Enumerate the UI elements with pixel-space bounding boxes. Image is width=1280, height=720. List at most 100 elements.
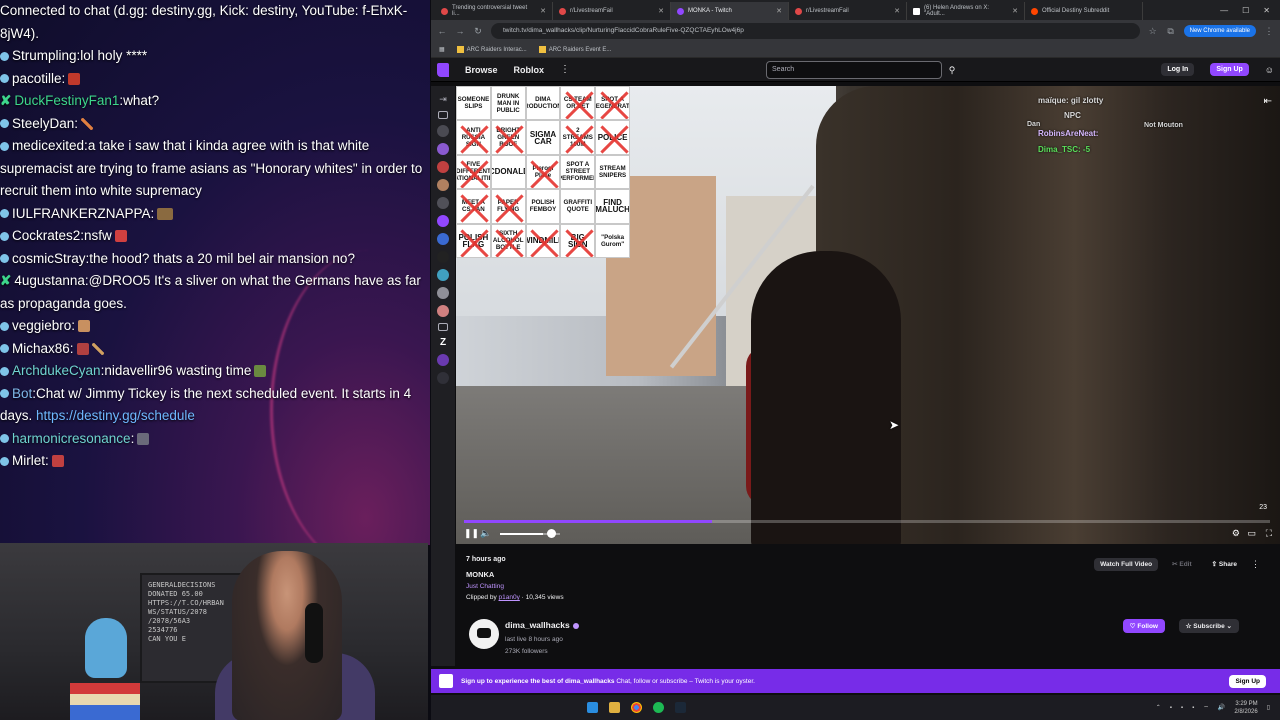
notification-icon[interactable]: ▯ — [1267, 704, 1270, 711]
close-icon[interactable]: ✕ — [776, 7, 782, 15]
progress-bar[interactable] — [464, 520, 1270, 523]
spotify-icon[interactable] — [653, 702, 664, 713]
search-input[interactable]: Search — [766, 60, 943, 79]
clipper-link[interactable]: p1an0y — [499, 594, 520, 601]
reload-icon[interactable]: ↻ — [473, 26, 483, 37]
z-icon[interactable]: Z — [440, 337, 446, 348]
channel-avatar[interactable] — [437, 269, 449, 281]
menu-icon[interactable]: ⋮ — [1264, 26, 1274, 37]
chat-username[interactable]: Cockrates2 — [12, 228, 80, 243]
signup-button[interactable]: Sign Up — [1210, 63, 1249, 76]
twitch-logo-icon[interactable] — [437, 62, 449, 77]
apps-icon[interactable]: ▦ — [439, 46, 445, 53]
pause-icon[interactable]: ❚❚ — [464, 528, 479, 539]
steam-icon[interactable] — [675, 702, 686, 713]
tray-arrow-icon[interactable]: ⌃ — [1156, 704, 1161, 711]
channel-avatar[interactable] — [437, 354, 449, 366]
chat-username[interactable]: cosmicStray — [12, 251, 86, 266]
chat-username[interactable]: Bot — [12, 386, 32, 401]
speaker-icon[interactable]: 🔊 — [1218, 704, 1225, 711]
address-bar[interactable]: twitch.tv/dima_wallhacks/clip/NurturingF… — [491, 23, 1140, 39]
more-options-icon[interactable]: ⋮ — [1251, 559, 1260, 570]
close-window-icon[interactable]: ✕ — [1263, 6, 1270, 15]
chrome-update-button[interactable]: New Chrome available — [1183, 25, 1256, 37]
browser-tab[interactable]: Official Destiny Subreddit — [1025, 2, 1143, 20]
clip-video-player[interactable]: SOMEONE SLIPS DRUNK MAN IN PUBLIC DIMA PRO… — [456, 86, 1280, 544]
browser-tab[interactable]: r/LivestreamFail ✕ — [789, 2, 907, 20]
extensions-icon[interactable]: ⧉ — [1166, 26, 1176, 37]
video-icon[interactable] — [438, 323, 448, 331]
volume-knob[interactable] — [547, 529, 556, 538]
close-icon[interactable]: ✕ — [1012, 7, 1018, 15]
login-button[interactable]: Log In — [1161, 63, 1195, 76]
category-link[interactable]: Just Chatting — [466, 583, 564, 590]
browser-tab[interactable]: r/LivestreamFail ✕ — [553, 2, 671, 20]
fullscreen-icon[interactable]: ⛶ — [1266, 528, 1272, 539]
chat-username[interactable]: ArchdukeCyan — [12, 363, 101, 378]
chat-username[interactable]: medicexited — [12, 138, 84, 153]
expand-icon[interactable]: ⇥ — [439, 94, 447, 105]
chrome-icon[interactable] — [631, 702, 642, 713]
chat-username[interactable]: Michax86 — [12, 341, 70, 356]
channel-avatar[interactable] — [437, 125, 449, 137]
channel-avatar[interactable] — [437, 215, 449, 227]
close-icon[interactable]: ✕ — [540, 7, 546, 15]
chat-username[interactable]: pacotille — [12, 71, 62, 86]
channel-avatar[interactable] — [437, 305, 449, 317]
share-button[interactable]: ⇪ Share — [1206, 557, 1243, 571]
minimize-icon[interactable]: — — [1220, 6, 1228, 15]
browser-tab[interactable]: (6) Helen Andrews on X: "Adult... ✕ — [907, 2, 1025, 20]
video-icon[interactable] — [438, 111, 448, 119]
windows-start-icon[interactable] — [587, 702, 598, 713]
edit-button[interactable]: ✂ Edit — [1166, 557, 1198, 571]
chat-username[interactable]: IULFRANKERZNAPPA — [12, 206, 151, 221]
nav-category[interactable]: Roblox — [514, 65, 545, 75]
back-icon[interactable]: ← — [437, 26, 447, 36]
close-icon[interactable]: ✕ — [658, 7, 664, 15]
browser-tab-active[interactable]: MONKA - Twitch ✕ — [671, 2, 789, 20]
chat-username[interactable]: SteelyDan — [12, 116, 74, 131]
bookmark-item[interactable]: ARC Raiders Event E... — [538, 45, 611, 53]
maximize-icon[interactable]: ☐ — [1242, 6, 1249, 15]
file-explorer-icon[interactable] — [609, 702, 620, 713]
channel-avatar[interactable] — [437, 251, 449, 263]
chat-username[interactable]: DuckFestinyFan1 — [14, 93, 119, 108]
user-icon[interactable]: ☺ — [1265, 65, 1274, 75]
channel-avatar[interactable] — [437, 233, 449, 245]
channel-avatar[interactable] — [437, 143, 449, 155]
tray-app-icon[interactable]: ▪ — [1192, 705, 1194, 711]
schedule-link[interactable]: https://destiny.gg/schedule — [36, 408, 195, 423]
network-icon[interactable]: ⌔ — [1203, 704, 1209, 712]
channel-avatar[interactable] — [437, 287, 449, 299]
watch-full-video-button[interactable]: Watch Full Video — [1094, 557, 1159, 571]
volume-icon[interactable]: 🔈 — [480, 528, 491, 539]
chat-username[interactable]: harmonicresonance — [12, 431, 131, 446]
banner-signup-button[interactable]: Sign Up — [1229, 674, 1266, 688]
channel-avatar[interactable] — [437, 179, 449, 191]
browser-tab[interactable]: Trending controversial tweet li... ✕ — [435, 2, 553, 20]
close-icon[interactable]: ✕ — [894, 7, 900, 15]
chat-username[interactable]: Mirlet — [12, 453, 45, 468]
channel-avatar[interactable] — [469, 619, 499, 649]
search-icon[interactable]: ⚲ — [944, 61, 960, 79]
chat-username[interactable]: 4ugustanna — [14, 273, 85, 288]
chat-username[interactable]: Strumpling — [12, 48, 77, 63]
channel-avatar[interactable] — [437, 161, 449, 173]
bookmark-item[interactable]: ARC Raiders Interac... — [456, 45, 527, 53]
channel-name-wrap[interactable]: dima_wallhacks — [505, 620, 579, 630]
settings-gear-icon[interactable]: ⚙ — [1232, 528, 1240, 539]
tray-app-icon[interactable]: ▪ — [1170, 705, 1172, 711]
nav-browse[interactable]: Browse — [465, 65, 498, 75]
forward-icon[interactable]: → — [455, 26, 465, 36]
channel-avatar[interactable] — [437, 197, 449, 209]
theatre-mode-icon[interactable]: ▭ — [1247, 528, 1256, 539]
follow-button[interactable]: ♡ Follow — [1122, 619, 1165, 633]
more-icon[interactable]: ⋮ — [560, 64, 570, 75]
taskbar-clock[interactable]: 3:29 PM 2/8/2026 — [1234, 700, 1257, 716]
chat-username[interactable]: veggiebro — [12, 318, 71, 333]
subscribe-button[interactable]: ☆ Subscribe ⌄ — [1178, 619, 1239, 633]
channel-avatar[interactable] — [437, 372, 449, 384]
tray-app-icon[interactable]: ▪ — [1181, 705, 1183, 711]
collapse-chat-icon[interactable]: ⇤ — [1264, 96, 1272, 107]
bookmark-star-icon[interactable]: ☆ — [1148, 26, 1158, 37]
